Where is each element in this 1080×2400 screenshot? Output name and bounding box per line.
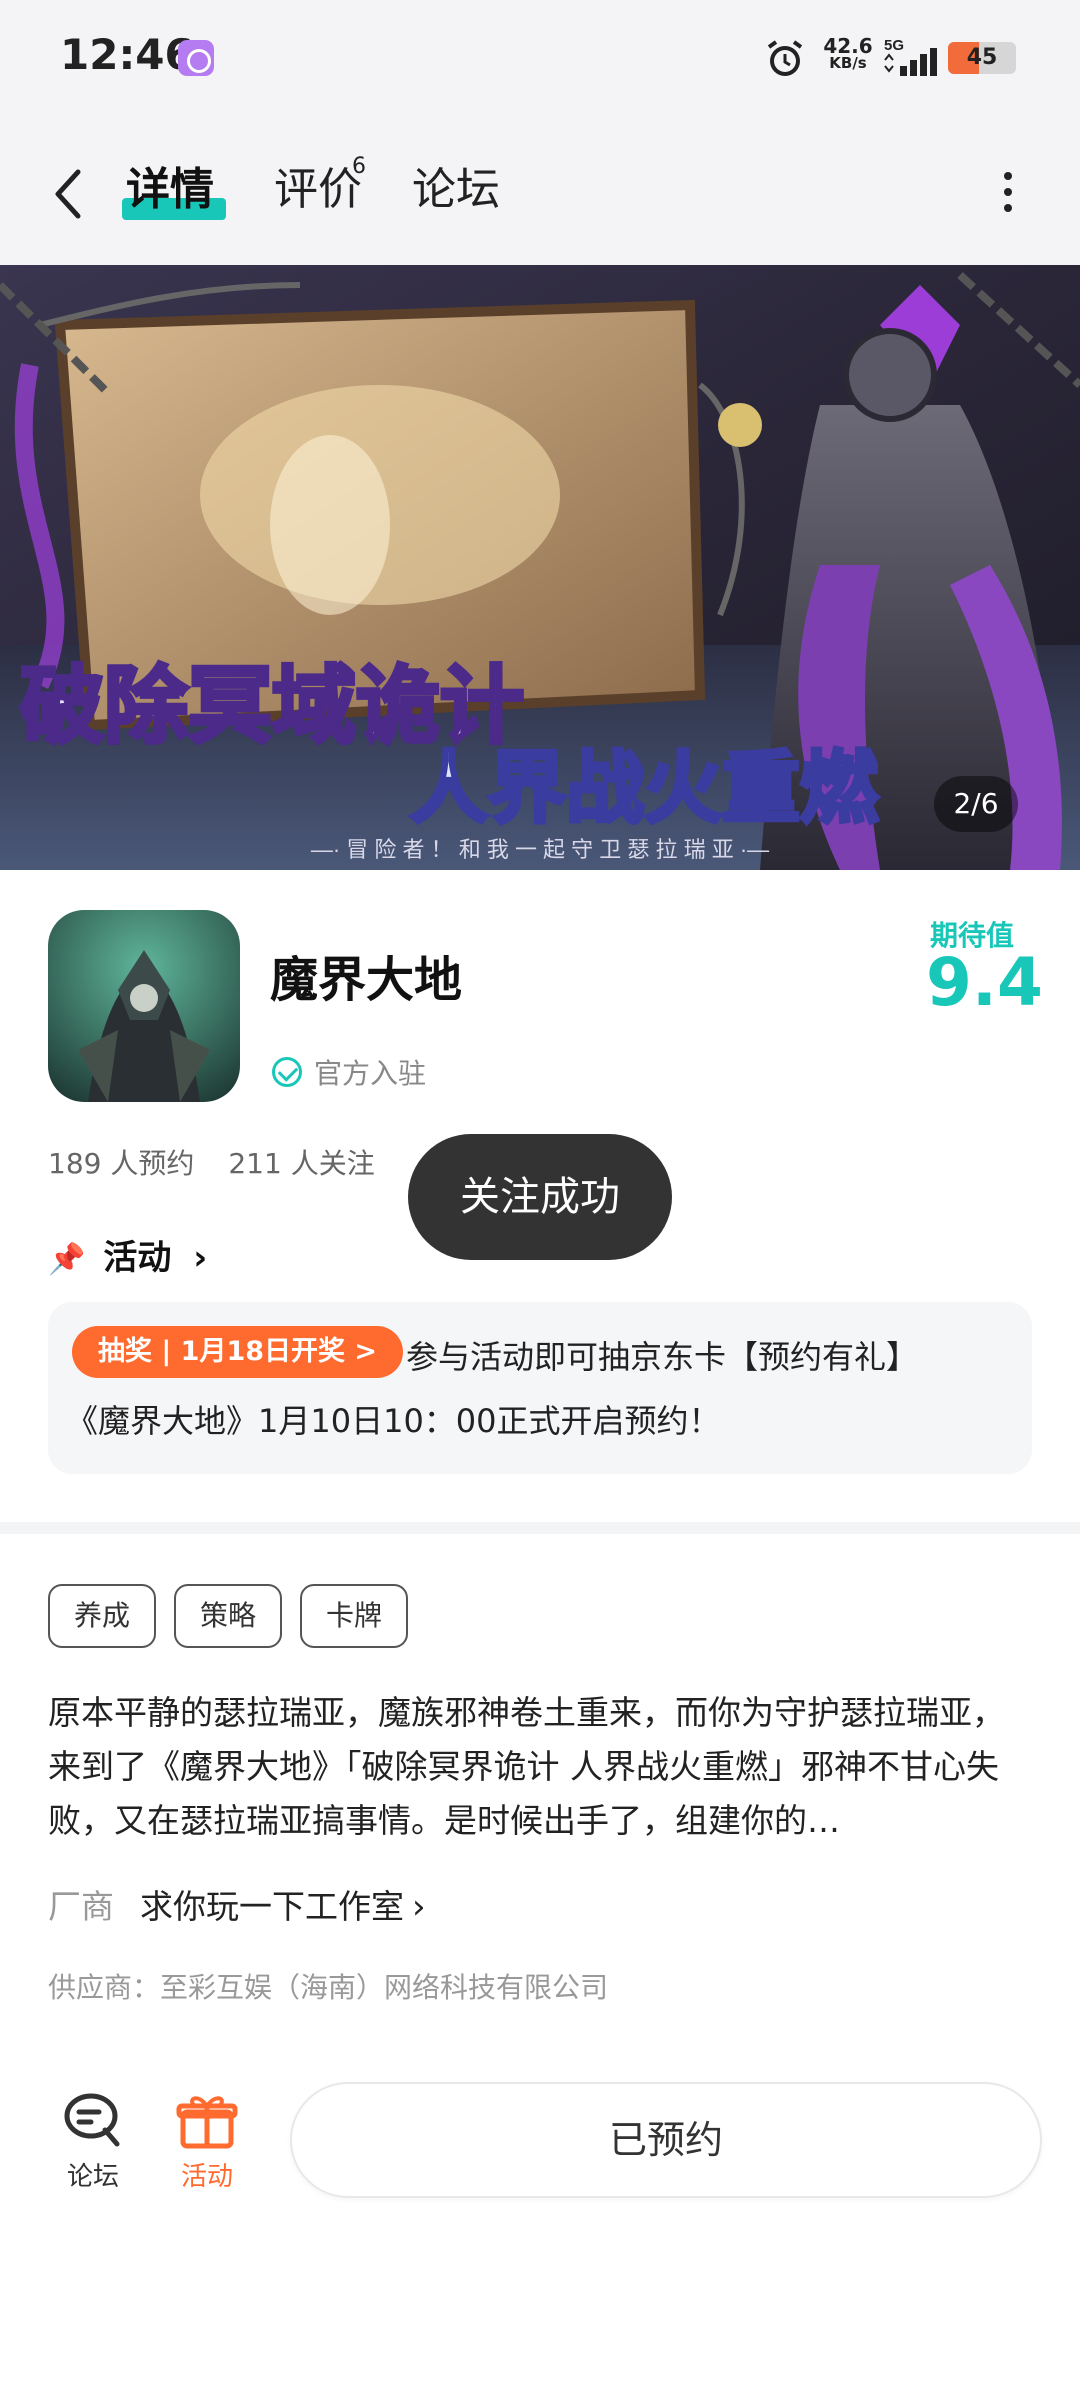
pin-icon: 📌 xyxy=(48,1242,86,1277)
battery-indicator: 45 xyxy=(948,42,1016,74)
banner-image: 破除冥域诡计 人界战火重燃 —· 冒 险 者 ！ 和 我 一 起 守 卫 瑟 拉… xyxy=(0,265,1080,870)
tag-item[interactable]: 策略 xyxy=(174,1584,283,1648)
tab-details[interactable]: 详情 xyxy=(126,160,214,220)
app-notification-icon xyxy=(178,40,214,76)
app-name: 魔界大地 xyxy=(270,952,463,1008)
tab-forum[interactable]: 论坛 xyxy=(412,160,500,220)
tag-item[interactable]: 养成 xyxy=(48,1584,157,1648)
section-divider xyxy=(0,1522,1080,1534)
reservations-count: 189 人预约 xyxy=(48,1147,195,1180)
back-icon[interactable] xyxy=(50,168,86,220)
forum-button[interactable]: 论坛 xyxy=(48,2090,138,2193)
app-icon-image xyxy=(48,910,240,1102)
chevron-right-icon: › xyxy=(412,1887,426,1927)
signal-icon: 5G xyxy=(884,37,937,76)
forum-icon xyxy=(64,2093,120,2147)
rating-value: 9.4 xyxy=(926,944,1043,1021)
toast-message: 关注成功 xyxy=(408,1134,672,1260)
gift-icon xyxy=(176,2096,238,2149)
game-description[interactable]: 原本平静的瑟拉瑞亚，魔族邪神卷土重来，而你为守护瑟拉瑞亚，来到了《魔界大地》「破… xyxy=(48,1686,1032,1848)
tag-item[interactable]: 卡牌 xyxy=(300,1584,409,1648)
tab-details-label: 详情 xyxy=(126,164,214,215)
banner-carousel[interactable]: 破除冥域诡计 人界战火重燃 —· 冒 险 者 ！ 和 我 一 起 守 卫 瑟 拉… xyxy=(0,265,1080,870)
lottery-description: 参与活动即可抽京东卡【预约有礼】 xyxy=(406,1338,919,1376)
net-speed: 42.6 KB/s xyxy=(820,36,876,71)
banner-caption: —· 冒 险 者 ！ 和 我 一 起 守 卫 瑟 拉 瑞 亚 ·— xyxy=(311,837,769,862)
verified-check-icon xyxy=(272,1057,302,1087)
vendor-label: 厂商 xyxy=(48,1887,114,1926)
banner-title-line2: 人界战火重燃 xyxy=(410,744,879,832)
tab-reviews-label: 评价 xyxy=(274,164,362,215)
banner-title-line1: 破除冥域诡计 xyxy=(20,659,524,753)
reserved-button[interactable]: 已预约 xyxy=(290,2082,1042,2198)
alarm-icon xyxy=(767,40,803,76)
vendor-name: 求你玩一下工作室 xyxy=(140,1887,404,1926)
chevron-right-icon: › xyxy=(193,1238,208,1278)
status-time: 12:46 xyxy=(60,30,194,79)
supplier-info: 供应商：至彩互娱（海南）网络科技有限公司 xyxy=(48,1971,609,2004)
app-stats: 189 人预约 211 人关注 xyxy=(48,1142,409,1182)
official-label: 官方入驻 xyxy=(314,1057,427,1090)
lottery-pill[interactable]: 抽奖 | 1月18日开奖 > xyxy=(72,1326,404,1378)
activity-announcement: 《魔界大地》1月10日10：00正式开启预约！ xyxy=(66,1402,721,1440)
forum-button-label: 论坛 xyxy=(66,2162,119,2192)
network-type: 5G xyxy=(884,37,904,54)
activity-button-label: 活动 xyxy=(180,2162,233,2192)
vendor-row[interactable]: 厂商 求你玩一下工作室 › xyxy=(48,1880,426,1928)
official-badge: 官方入驻 xyxy=(272,1052,426,1092)
net-speed-unit: KB/s xyxy=(829,54,867,72)
system-nav-bar xyxy=(0,2260,1080,2400)
activity-button[interactable]: 活动 xyxy=(162,2090,252,2193)
activity-heading: 活动 xyxy=(103,1238,172,1278)
tab-forum-label: 论坛 xyxy=(412,164,500,215)
activity-card[interactable]: 抽奖 | 1月18日开奖 > 参与活动即可抽京东卡【预约有礼】 《魔界大地》1月… xyxy=(48,1302,1032,1474)
activity-section-header[interactable]: 📌 活动 › xyxy=(48,1230,207,1279)
battery-level: 45 xyxy=(966,45,998,70)
tab-reviews[interactable]: 评价 xyxy=(274,160,362,220)
more-options-icon[interactable] xyxy=(996,168,1020,216)
followers-count: 211 人关注 xyxy=(228,1147,375,1180)
banner-pager: 2/6 xyxy=(934,776,1018,832)
net-speed-value: 42.6 xyxy=(823,34,873,58)
app-icon xyxy=(48,910,240,1102)
